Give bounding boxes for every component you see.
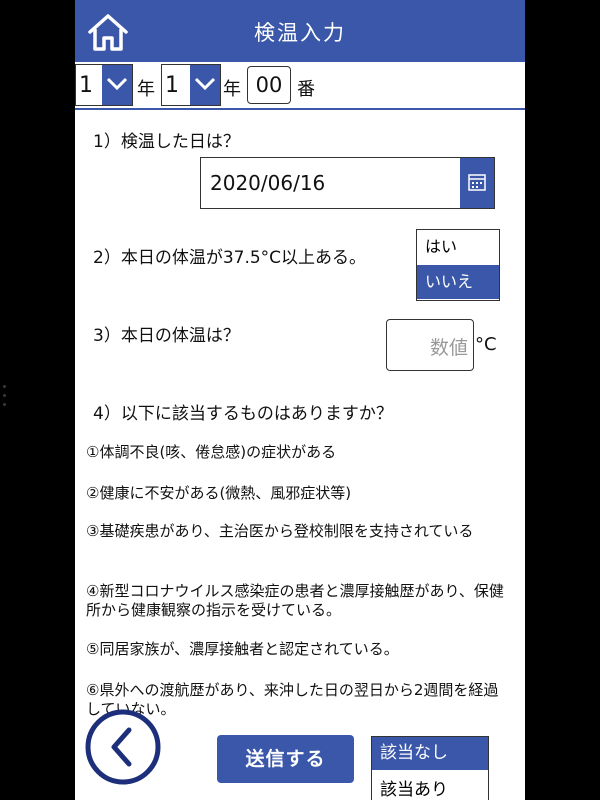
temperature-placeholder: 数値 (429, 337, 468, 359)
class-value: 1 (165, 73, 179, 98)
student-number-input[interactable]: 00 (247, 66, 291, 104)
option-yes[interactable]: はい (417, 230, 499, 264)
calendar-icon (468, 174, 486, 191)
student-number-value: 00 (255, 73, 283, 97)
condition-answer-list: 該当なし 該当あり (371, 736, 489, 800)
condition-item-4: ④新型コロナウイルス感染症の患者と濃厚接触歴があり、保健所から健康観察の指示を受… (86, 582, 504, 619)
question-1-label: 1）検温した日は？ (93, 132, 240, 152)
calendar-button[interactable] (460, 158, 494, 208)
grade-value: 1 (79, 73, 93, 98)
send-button[interactable]: 送信する (217, 735, 354, 783)
class-unit: 年 (223, 79, 241, 100)
app-frame: 検温入力 1 年 1 年 00 番 1）検温した日は？ 2020/06/16 2… (75, 0, 525, 800)
condition-item-2: ②健康に不安がある(微熱、風邪症状等) (86, 484, 352, 502)
side-indicator (3, 385, 6, 415)
chevron-down-icon (106, 77, 128, 91)
temperature-unit: °C (475, 334, 497, 355)
class-select[interactable]: 1 (161, 64, 221, 106)
grade-select[interactable]: 1 (75, 64, 133, 106)
date-input[interactable]: 2020/06/16 (200, 157, 495, 209)
header-bar: 検温入力 (75, 0, 525, 62)
grade-unit: 年 (137, 79, 155, 100)
temperature-input[interactable]: 数値 (386, 319, 474, 371)
option-applicable[interactable]: 該当あり (372, 774, 488, 800)
question-2-label: 2）本日の体温が37.5°C以上ある。 (93, 248, 367, 268)
chevron-left-icon (85, 709, 161, 785)
page-title: 検温入力 (254, 21, 346, 45)
question-4-label: 4）以下に該当するものはありますか？ (93, 404, 393, 424)
option-no[interactable]: いいえ (417, 265, 499, 299)
number-unit: 番 (297, 79, 315, 100)
class-dropdown-button[interactable] (190, 65, 220, 105)
condition-item-3: ③基礎疾患があり、主治医から登校制限を支持されている (86, 522, 474, 540)
option-none[interactable]: 該当なし (372, 737, 488, 770)
chevron-down-icon (194, 77, 216, 91)
fever-answer-list: はい いいえ (416, 229, 500, 301)
date-value: 2020/06/16 (210, 171, 326, 195)
grade-dropdown-button[interactable] (102, 65, 132, 105)
condition-item-1: ①体調不良(咳、倦怠感)の症状がある (86, 443, 337, 461)
back-button[interactable] (84, 708, 162, 786)
question-3-label: 3）本日の体温は？ (93, 326, 240, 346)
condition-item-5: ⑤同居家族が、濃厚接触者と認定されている。 (86, 640, 399, 658)
student-selector-row: 1 年 1 年 00 番 (75, 62, 525, 110)
